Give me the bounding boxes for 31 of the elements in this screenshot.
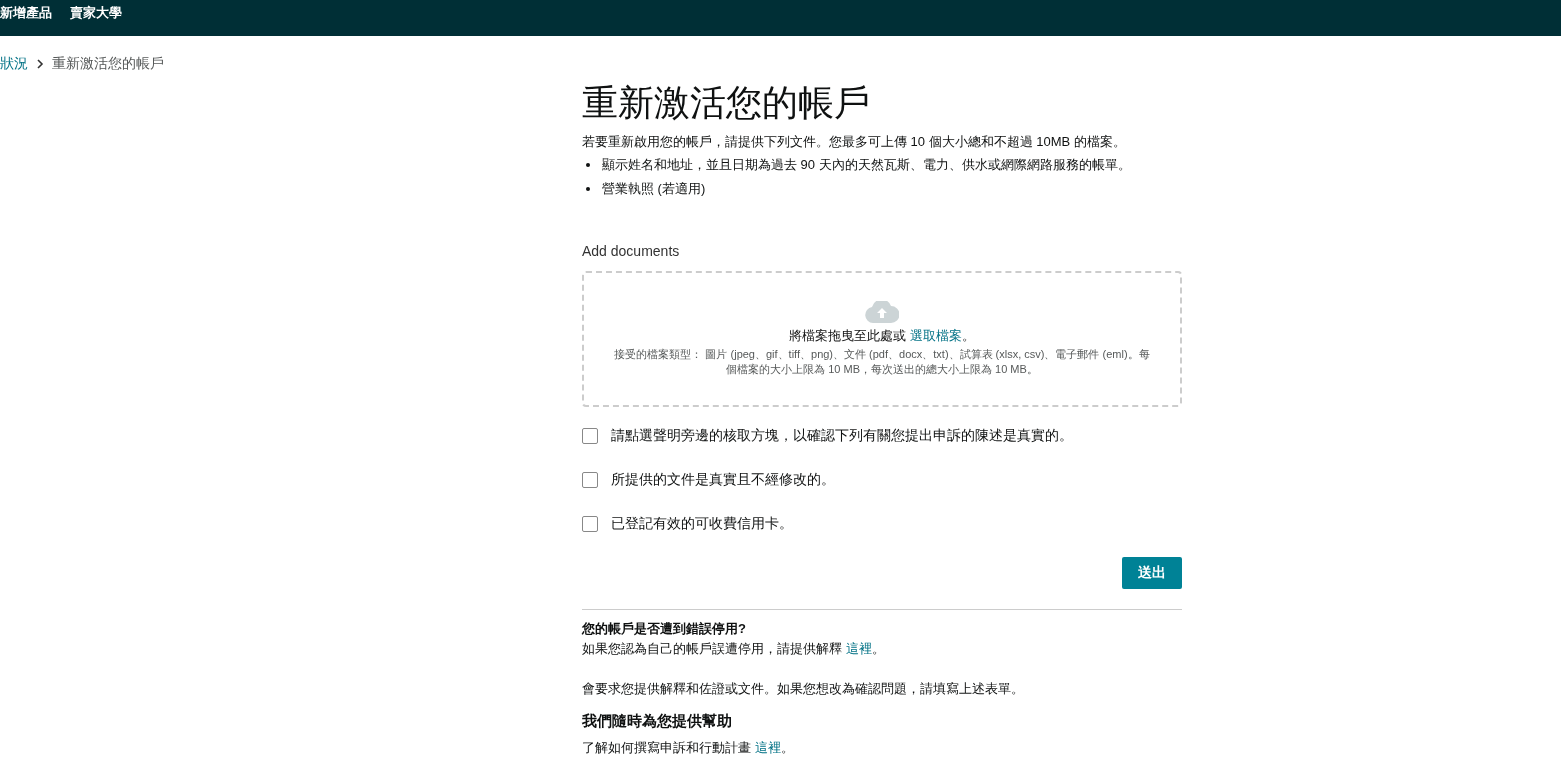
submit-button[interactable]: 送出 <box>1122 557 1182 589</box>
checkbox[interactable] <box>582 516 598 532</box>
breadcrumb-current: 重新激活您的帳戶 <box>52 55 164 73</box>
checkbox[interactable] <box>582 428 598 444</box>
checkbox-label: 已登記有效的可收費信用卡。 <box>611 515 793 533</box>
nav-link[interactable]: 新增產品 <box>0 0 52 26</box>
chevron-right-icon <box>36 59 44 69</box>
requirement-text: 顯示姓名和地址，並且日期為過去 90 天內的天然瓦斯、電力、供水或網際網路服務的帳單。 <box>602 156 1131 174</box>
note-text: 會要求您提供解釋和佐證或文件。如果您想改為確認問題，請填寫上述表單。 <box>582 680 1025 698</box>
here-link[interactable]: 這裡 <box>754 740 781 755</box>
help-heading: 我們隨時為您提供幫助 <box>582 712 733 731</box>
breadcrumb-link[interactable]: 狀況 <box>0 55 28 73</box>
requirement-text: 營業執照 (若適用) <box>602 180 706 198</box>
drop-prompt: 將檔案拖曳至此處或 選取檔案。 <box>789 327 975 345</box>
file-drop-zone[interactable]: 將檔案拖曳至此處或 選取檔案。 接受的檔案類型： 圖片 (jpeg、gif、tiff、png)、文件 (pdf、docx、txt)、試算表 (xlsx, csv)、電子郵件 (eml)。每個檔案的大小上限為 10 MB，每次送出的總大小上限為 10 MB。 <box>582 271 1182 407</box>
here-link[interactable]: 這裡 <box>845 641 872 656</box>
cloud-upload-icon <box>865 301 899 323</box>
nav-link[interactable]: 賣家大學 <box>70 0 122 26</box>
checkbox-label: 請點選聲明旁邊的核取方塊，以確認下列有關您提出申訴的陳述是真實的。 <box>611 427 1073 445</box>
help-text: 了解如何撰寫申訴和行動計畫 這裡。 <box>582 739 795 757</box>
page-title: 重新激活您的帳戶 <box>582 81 871 125</box>
file-type-note: 接受的檔案類型： 圖片 (jpeg、gif、tiff、png)、文件 (pdf、docx、txt)、試算表 (xlsx, csv)、電子郵件 (eml)。每個檔案的大小上限為 10 MB，每次送出的總大小上限為 10 MB。 <box>614 347 1150 377</box>
bullet-icon <box>586 163 590 167</box>
checkbox[interactable] <box>582 472 598 488</box>
choose-file-link[interactable]: 選取檔案 <box>909 328 962 343</box>
checkbox-label: 所提供的文件是真實且不經修改的。 <box>611 471 835 489</box>
explanation-text: 如果您認為自己的帳戶誤遭停用，請提供解釋 這裡。 <box>582 640 886 658</box>
intro-text: 若要重新啟用您的帳戶，請提供下列文件。您最多可上傳 10 個大小總和不超過 10MB 的檔案。 <box>582 133 1127 151</box>
bullet-icon <box>586 187 590 191</box>
upload-label: Add documents <box>582 243 681 259</box>
section-heading: 您的帳戶是否遭到錯誤停用? <box>582 620 747 638</box>
